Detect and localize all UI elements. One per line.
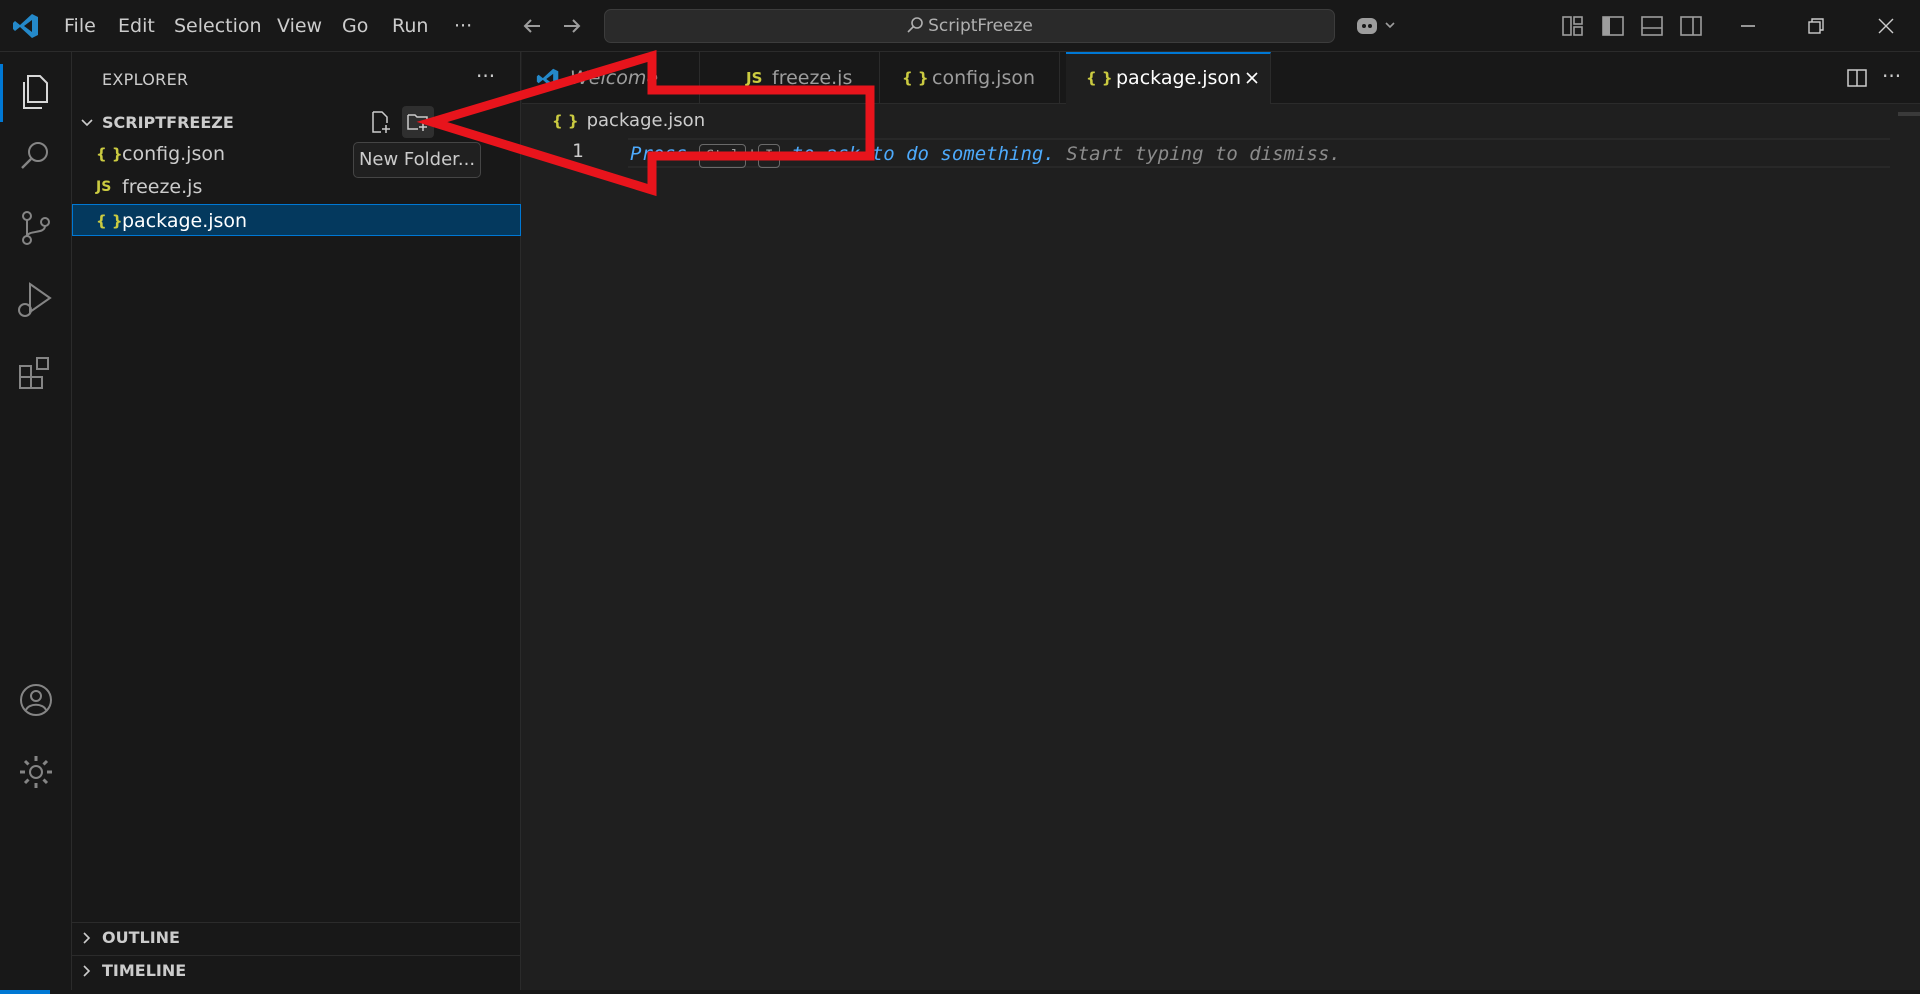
editor-more-actions-button[interactable]: ··· [1882,64,1901,88]
extensions-icon[interactable] [14,352,58,396]
activity-bar [0,52,72,994]
explorer-sidebar: EXPLORER ··· SCRIPTFREEZE { } config.jso… [72,52,568,990]
json-file-icon: { } [96,145,123,163]
tab-label: Welcome [570,67,659,89]
tab-label: package.json [1116,67,1242,89]
new-folder-icon [407,114,428,131]
tab-label: freeze.js [772,67,853,89]
forward-arrow-icon[interactable] [560,14,584,38]
close-window-icon[interactable] [1874,14,1898,38]
run-and-debug-icon[interactable] [14,278,58,322]
json-file-icon: { } [96,212,123,230]
breadcrumb-file: package.json [586,110,706,131]
title-bar: File Edit Selection View Go Run ··· Scri… [0,0,1920,52]
back-arrow-icon[interactable] [520,14,544,38]
tab-package-json[interactable]: { } package.json [1066,52,1271,104]
chevron-down-icon [81,119,93,127]
tab-freeze-js[interactable]: JS freeze.js [700,52,880,104]
json-file-icon: { } [1086,69,1113,87]
active-view-indicator [0,64,3,122]
folder-header[interactable]: SCRIPTFREEZE [72,108,521,138]
file-name: config.json [122,143,226,165]
outline-label: OUTLINE [102,928,180,947]
menu-file[interactable]: File [62,12,98,40]
refresh-icon[interactable] [512,110,513,111]
json-file-icon: { } [902,69,929,87]
remote-indicator[interactable] [0,990,50,994]
js-file-icon: JS [746,69,763,87]
status-bar-strip [0,990,1920,994]
menu-view[interactable]: View [275,12,324,40]
timeline-label: TIMELINE [102,961,187,980]
editor-area[interactable]: { } package.json 1 Press Ctrl + I to ask to… [522,104,1920,990]
menu-edit[interactable]: Edit [116,12,157,40]
hint-dismiss: Start typing to dismiss. [1066,143,1341,165]
json-file-icon: { } [552,112,579,130]
outline-section-header[interactable]: OUTLINE [72,922,521,952]
explorer-files-icon[interactable] [14,70,58,114]
file-item-package-json[interactable]: { } package.json [72,204,521,236]
hint-key-i: I [757,144,781,168]
command-center-label: ScriptFreeze [928,16,1033,36]
hint-key-ctrl: Ctrl [698,144,747,168]
hint-press: Press [630,143,688,165]
vscode-welcome-icon [536,68,559,90]
search-view-icon[interactable] [14,134,58,178]
new-folder-tooltip: New Folder... [353,142,481,178]
line-number: 1 [572,140,584,162]
search-icon [907,17,923,33]
file-name: freeze.js [122,176,203,198]
tab-label: config.json [932,67,1036,89]
accounts-icon[interactable] [14,678,58,722]
explorer-more-button[interactable]: ··· [476,64,495,88]
split-editor-icon[interactable] [1846,67,1868,89]
breadcrumb[interactable]: { } package.json [552,110,705,131]
source-control-icon[interactable] [14,206,58,250]
command-center-search[interactable]: ScriptFreeze [604,9,1335,43]
explorer-title: EXPLORER [102,70,189,89]
timeline-section-header[interactable]: TIMELINE [72,955,521,985]
menu-selection[interactable]: Selection [172,12,264,40]
new-file-icon[interactable] [368,110,392,134]
copilot-icon[interactable] [1354,12,1402,40]
chevron-right-icon [83,965,91,977]
close-tab-icon[interactable] [1244,70,1260,86]
vscode-logo-icon[interactable] [12,12,40,40]
hint-plus: + [746,143,758,165]
menu-more-button[interactable]: ··· [452,12,474,40]
customize-layout-icon[interactable] [1562,16,1584,36]
manage-gear-icon[interactable] [14,750,58,794]
scrollbar-thumb[interactable] [1898,112,1920,116]
tab-welcome[interactable]: Welcome [522,52,700,104]
restore-icon[interactable] [1804,14,1828,38]
editor-tab-bar: Welcome JS freeze.js { } config.json { }… [522,52,1920,104]
chevron-right-icon [83,932,91,944]
new-folder-button[interactable] [402,106,434,138]
folder-name: SCRIPTFREEZE [102,113,234,132]
toggle-secondary-sidebar-icon[interactable] [1680,16,1702,36]
menu-run[interactable]: Run [390,12,430,40]
hint-ask-link[interactable]: to ask to do something. [792,143,1055,165]
minimize-icon[interactable] [1736,14,1760,38]
tab-config-json[interactable]: { } config.json [880,52,1060,104]
toggle-primary-sidebar-icon[interactable] [1602,16,1624,36]
menu-go[interactable]: Go [340,12,370,40]
toggle-panel-icon[interactable] [1641,16,1663,36]
editor-hint-text: Press Ctrl + I to ask to do something. Sta… [630,140,1341,168]
file-name: package.json [122,210,248,232]
js-file-icon: JS [96,179,112,195]
